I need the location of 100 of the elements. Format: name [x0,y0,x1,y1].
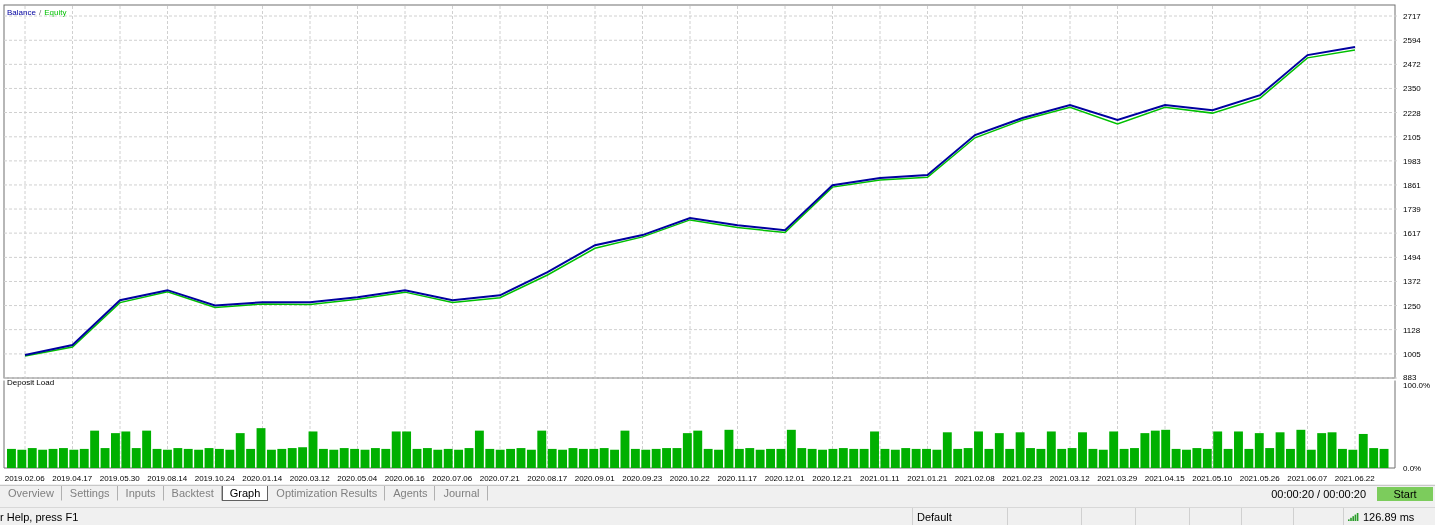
y-tick-label: 2228 [1403,108,1421,118]
load-bar [1192,448,1202,468]
load-bar [745,448,755,468]
load-bar [7,448,16,468]
load-bar [849,448,859,468]
load-bar [422,448,432,468]
load-bar [17,449,27,468]
date-label: 2020.10.22 [668,473,711,484]
load-bar [506,448,516,468]
load-bar [641,449,651,468]
ping-value: 126.89 ms [1363,510,1415,523]
date-label: 2021.02.23 [1001,473,1044,484]
load-bar [48,448,58,468]
start-button[interactable]: Start [1377,486,1433,501]
load-bar [1150,430,1160,468]
signal-icon [1348,512,1359,521]
date-label: 2021.03.12 [1048,473,1091,484]
y-tick-label: 100.0% [1403,381,1431,390]
load-bar [589,448,599,468]
tab[interactable]: Backtest [163,486,222,501]
load-bar [173,448,183,468]
load-bar [454,449,464,468]
date-label: 2019.04.17 [51,473,94,484]
legend-separator: / [38,8,42,17]
date-label: 2019.02.06 [3,473,46,484]
load-bar [287,448,297,468]
load-bar [433,449,443,468]
date-label: 2021.01.11 [859,473,901,484]
load-bar [807,448,817,468]
tab[interactable]: Settings [61,486,118,501]
tab[interactable]: Graph [221,486,269,501]
legend-label: Equity [44,8,67,17]
y-tick-label: 1250 [1403,301,1421,311]
y-tick-label: 1861 [1403,180,1421,190]
date-label: 2020.12.21 [811,473,854,484]
load-bar [911,448,921,468]
load-bar [183,448,193,468]
tab[interactable]: Optimization Results [268,486,386,501]
elapsed-time: 00:00:20 / 00:00:20 [1271,487,1366,500]
y-tick-label: 1983 [1403,156,1421,166]
load-bar [568,448,578,468]
load-bar [838,448,848,468]
load-bar [558,449,567,468]
load-bar [360,449,370,468]
date-label: 2021.01.21 [906,473,949,484]
load-bar [599,448,609,468]
date-label: 2020.07.21 [478,473,521,484]
load-bar [766,448,775,468]
date-label: 2021.03.29 [1096,473,1139,484]
load-bar [495,449,505,468]
y-tick-label: 2472 [1403,60,1421,70]
load-bar [277,448,287,468]
load-bar [339,448,349,468]
load-bar [922,448,931,468]
y-tick-label: 0.0% [1403,464,1422,473]
date-label: 2021.06.22 [1333,473,1376,484]
load-bar [27,448,37,468]
load-bar [194,449,204,468]
chart-title: Deposit Load [7,380,55,387]
load-bar [755,449,765,468]
tab[interactable]: Inputs [117,486,164,501]
date-label: 2020.05.04 [336,473,379,484]
load-bar [350,448,360,468]
y-tick-label: 1494 [1403,253,1421,263]
tab[interactable]: Journal [435,486,488,501]
date-label: 2020.12.01 [763,473,806,484]
load-bar [69,449,79,468]
load-bar [818,449,827,468]
y-tick-label: 1739 [1403,205,1421,215]
load-bar [890,449,900,468]
date-label: 2020.09.01 [573,473,616,484]
y-tick-label: 2350 [1403,84,1421,94]
load-bar [370,448,380,468]
y-tick-label: 1372 [1403,277,1421,287]
date-label: 2020.07.06 [431,473,474,484]
legend-label: Balance [7,8,36,17]
tab[interactable]: Agents [385,486,436,501]
date-label: 2020.08.17 [526,473,569,484]
date-label: 2021.05.10 [1191,473,1234,484]
date-label: 2021.04.15 [1143,473,1186,484]
load-bar [828,448,838,468]
load-bar [901,448,911,468]
y-tick-label: 1128 [1403,325,1421,335]
load-bar [329,449,339,468]
y-tick-label: 2105 [1403,132,1421,142]
date-label: 2020.11.17 [716,473,758,484]
load-bar [443,448,453,468]
date-label: 2021.02.08 [953,473,996,484]
tab[interactable]: Overview [0,486,62,501]
load-bar [516,448,526,468]
date-label: 2021.05.26 [1238,473,1281,484]
date-label: 2019.08.14 [146,473,189,484]
date-label: 2020.01.14 [241,473,284,484]
load-bar [59,448,68,468]
y-tick-label: 883 [1403,373,1417,380]
load-bar [651,448,661,468]
load-bar [38,449,48,468]
load-bar [214,448,224,468]
y-tick-label: 1005 [1403,349,1421,359]
date-label: 2019.10.24 [193,473,236,484]
